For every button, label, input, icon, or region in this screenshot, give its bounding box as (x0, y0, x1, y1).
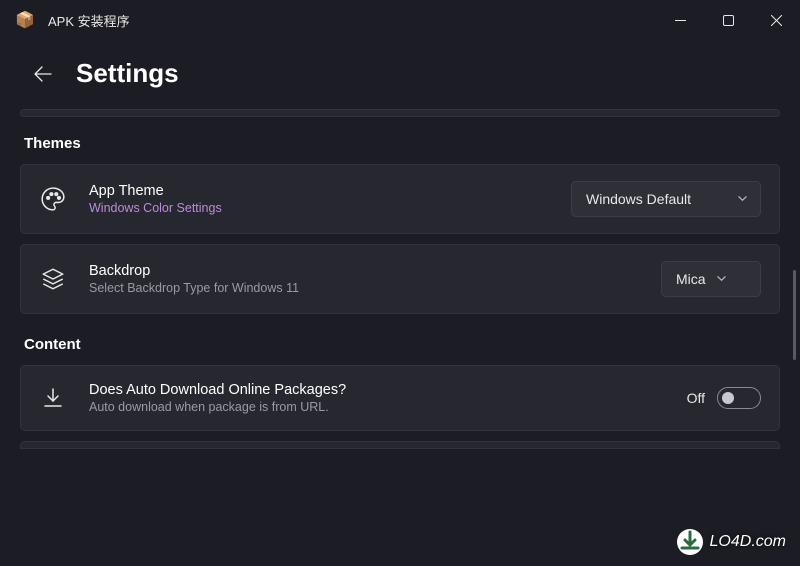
app-theme-dropdown-value: Windows Default (586, 191, 691, 207)
backdrop-subtitle: Select Backdrop Type for Windows 11 (89, 281, 639, 295)
titlebar: 📦 APK 安装程序 (0, 0, 800, 40)
window-title: APK 安装程序 (48, 11, 130, 30)
section-header-content: Content (18, 324, 782, 365)
app-theme-dropdown[interactable]: Windows Default (571, 181, 761, 217)
section-header-themes: Themes (18, 131, 782, 164)
app-theme-title: App Theme (89, 183, 549, 199)
app-theme-card: App Theme Windows Color Settings Windows… (20, 164, 780, 234)
backdrop-text: Backdrop Select Backdrop Type for Window… (89, 263, 639, 295)
back-button[interactable] (28, 59, 58, 89)
auto-download-toggle-group: Off (687, 387, 761, 409)
watermark-text: LO4D.com (710, 533, 786, 551)
auto-download-card: Does Auto Download Online Packages? Auto… (20, 365, 780, 431)
app-icon: 📦 (16, 11, 34, 29)
auto-download-toggle-label: Off (687, 390, 705, 406)
palette-icon (39, 185, 67, 213)
auto-download-toggle[interactable] (717, 387, 761, 409)
page-header: Settings (0, 40, 800, 109)
previous-card-edge (20, 109, 780, 117)
backdrop-card: Backdrop Select Backdrop Type for Window… (20, 244, 780, 314)
backdrop-dropdown[interactable]: Mica (661, 261, 761, 297)
settings-content: Themes App Theme Windows Color Settings … (0, 109, 800, 565)
next-card-edge (20, 441, 780, 449)
chevron-down-icon (716, 271, 727, 287)
download-icon (39, 384, 67, 412)
close-button[interactable] (752, 0, 800, 40)
chevron-down-icon (737, 191, 748, 207)
app-theme-text: App Theme Windows Color Settings (89, 183, 549, 215)
watermark: LO4D.com (676, 528, 786, 556)
toggle-knob (722, 392, 734, 404)
app-theme-link[interactable]: Windows Color Settings (89, 201, 549, 215)
minimize-button[interactable] (656, 0, 704, 40)
backdrop-dropdown-value: Mica (676, 271, 706, 287)
window-controls (656, 0, 800, 40)
titlebar-left: 📦 APK 安装程序 (16, 11, 130, 30)
auto-download-title: Does Auto Download Online Packages? (89, 382, 665, 398)
watermark-logo-icon (676, 528, 704, 556)
layers-icon (39, 265, 67, 293)
auto-download-subtitle: Auto download when package is from URL. (89, 400, 665, 414)
maximize-button[interactable] (704, 0, 752, 40)
page-title: Settings (76, 58, 179, 89)
scrollbar-thumb[interactable] (793, 270, 796, 360)
backdrop-title: Backdrop (89, 263, 639, 279)
auto-download-text: Does Auto Download Online Packages? Auto… (89, 382, 665, 414)
